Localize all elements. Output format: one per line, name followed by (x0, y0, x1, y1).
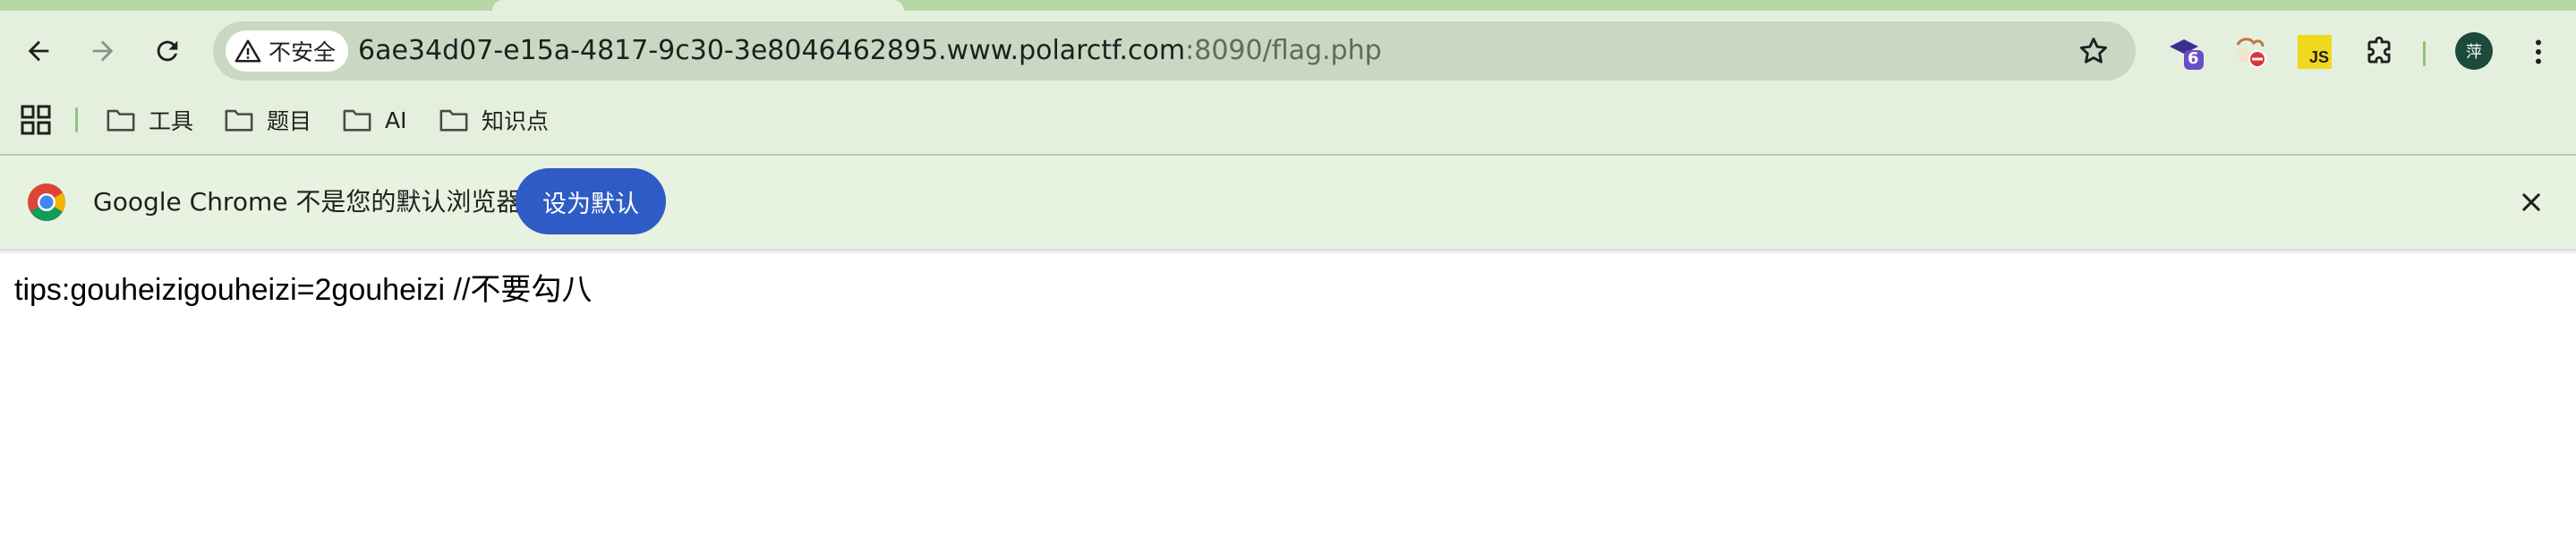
back-button[interactable] (16, 29, 61, 73)
puzzle-piece-icon (2367, 36, 2391, 64)
folder-icon (343, 109, 371, 132)
forward-arrow-icon (92, 40, 114, 62)
bookmark-label: 工具 (149, 108, 194, 134)
profile-avatar[interactable]: 萍 (2455, 32, 2493, 70)
default-browser-infobar: Google Chrome 不是您的默认浏览器 设为默认 (0, 156, 2576, 249)
folder-icon (439, 109, 468, 132)
chrome-logo-icon (28, 183, 65, 221)
toolbar-separator (2423, 41, 2426, 66)
address-bar[interactable]: 不安全 6ae34d07-e15a-4817-9c30-3e8046462895… (213, 21, 2136, 81)
more-vertical-icon (2536, 39, 2541, 64)
back-arrow-icon (28, 40, 49, 62)
warning-icon (235, 39, 261, 63)
extensions-menu-button[interactable] (2359, 32, 2399, 72)
bookmark-label: 知识点 (482, 108, 550, 134)
apps-grid-icon[interactable] (20, 104, 52, 136)
bookmark-star-icon[interactable] (2077, 34, 2111, 68)
bookmark-label: 题目 (267, 108, 312, 134)
bookmark-label: AI (385, 106, 407, 133)
tab-strip (0, 0, 2576, 11)
toolbar: 不安全 6ae34d07-e15a-4817-9c30-3e8046462895… (0, 11, 2576, 93)
bookmark-folder-tools[interactable]: 工具 (106, 102, 193, 138)
bookmark-folder-problems[interactable]: 题目 (224, 102, 311, 138)
content-shadow (0, 249, 2576, 254)
reload-icon (157, 40, 178, 62)
close-icon (2522, 193, 2540, 211)
infobar-message: Google Chrome 不是您的默认浏览器 (93, 187, 522, 217)
bookmark-folder-ai[interactable]: AI (342, 102, 406, 138)
extension-js[interactable]: JS (2295, 32, 2334, 72)
infobar-close-button[interactable] (2512, 183, 2551, 222)
js-icon: JS (2298, 35, 2332, 69)
bookmarks-bar: 工具 题目 AI 知识点 (0, 93, 2576, 152)
extension-blocked[interactable] (2231, 32, 2270, 72)
security-chip[interactable]: 不安全 (226, 30, 349, 72)
url-host: 6ae34d07-e15a-4817-9c30-3e8046462895.www… (358, 35, 1186, 66)
extension-badge[interactable]: 6 (2166, 32, 2205, 72)
page-content-text: tips:gouheizigouheizi=2gouheizi //不要勾八 (14, 273, 593, 307)
browser-chrome: 不安全 6ae34d07-e15a-4817-9c30-3e8046462895… (0, 0, 2576, 249)
security-label: 不安全 (269, 39, 337, 65)
reload-button[interactable] (145, 29, 190, 73)
js-label: JS (2308, 48, 2329, 66)
extension-badge-count: 6 (2188, 49, 2199, 68)
url-text[interactable]: 6ae34d07-e15a-4817-9c30-3e8046462895.www… (358, 21, 1382, 81)
folder-icon (107, 109, 135, 132)
folder-icon (225, 109, 253, 132)
blocked-extension-icon (2236, 38, 2266, 68)
bookmarks-separator (75, 107, 78, 132)
browser-menu-button[interactable] (2519, 32, 2558, 72)
bookmark-folder-knowledge[interactable]: 知识点 (439, 102, 549, 138)
active-tab[interactable] (492, 0, 904, 11)
graduation-cap-icon (2170, 39, 2204, 70)
set-default-button[interactable]: 设为默认 (516, 168, 666, 234)
forward-button[interactable] (81, 29, 125, 73)
url-path: :8090/flag.php (1185, 35, 1382, 66)
